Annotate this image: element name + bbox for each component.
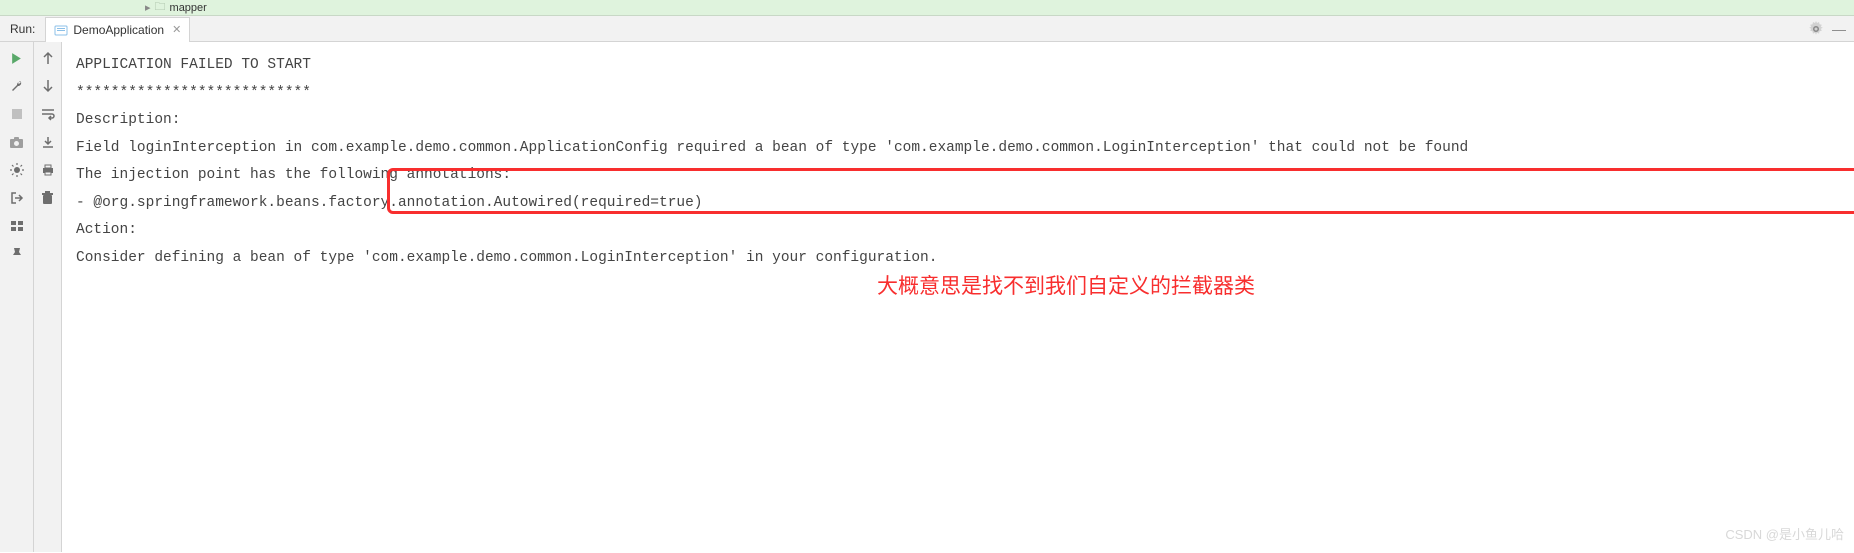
chevron-right-icon: ▸: [145, 1, 151, 14]
annotation-text: 大概意思是找不到我们自定义的拦截器类: [877, 267, 1255, 307]
minimize-icon[interactable]: —: [1832, 21, 1846, 37]
close-icon[interactable]: ✕: [172, 23, 181, 36]
folder-item[interactable]: ▸ 🗀 mapper: [145, 0, 207, 17]
run-tab[interactable]: DemoApplication ✕: [45, 17, 190, 42]
layout-icon[interactable]: [9, 218, 25, 234]
console-line: APPLICATION FAILED TO START: [76, 52, 1854, 80]
console-line: Description:: [76, 107, 1854, 135]
stop-icon[interactable]: [9, 106, 25, 122]
run-label: Run:: [0, 22, 45, 36]
spring-run-icon: [54, 23, 68, 37]
console-line: The injection point has the following an…: [76, 162, 1854, 190]
run-icon[interactable]: [9, 50, 25, 66]
left-gutter-primary: [0, 42, 34, 552]
console-line: Field loginInterception in com.example.d…: [76, 135, 1854, 163]
run-header: Run: DemoApplication ✕ —: [0, 16, 1854, 42]
console-line: ***************************: [76, 80, 1854, 108]
folder-icon: 🗀: [155, 0, 166, 17]
down-arrow-icon[interactable]: [40, 78, 56, 94]
console-output[interactable]: APPLICATION FAILED TO START ************…: [62, 42, 1854, 552]
run-tab-name: DemoApplication: [73, 23, 164, 37]
scroll-to-end-icon[interactable]: [40, 134, 56, 150]
left-gutter-secondary: [34, 42, 62, 552]
trash-icon[interactable]: [40, 190, 56, 206]
folder-name: mapper: [170, 2, 207, 14]
watermark: CSDN @是小鱼儿哈: [1725, 523, 1844, 548]
exit-icon[interactable]: [9, 190, 25, 206]
console-line: Action:: [76, 217, 1854, 245]
soft-wrap-icon[interactable]: [40, 106, 56, 122]
gear-icon[interactable]: [1808, 21, 1824, 42]
project-tree-bar: ▸ 🗀 mapper: [0, 0, 1854, 16]
console-line: - @org.springframework.beans.factory.ann…: [76, 190, 1854, 218]
bug-gear-icon[interactable]: [9, 162, 25, 178]
wrench-icon[interactable]: [9, 78, 25, 94]
camera-icon[interactable]: [9, 134, 25, 150]
pin-icon[interactable]: [9, 246, 25, 262]
up-arrow-icon[interactable]: [40, 50, 56, 66]
main-area: APPLICATION FAILED TO START ************…: [0, 42, 1854, 552]
print-icon[interactable]: [40, 162, 56, 178]
